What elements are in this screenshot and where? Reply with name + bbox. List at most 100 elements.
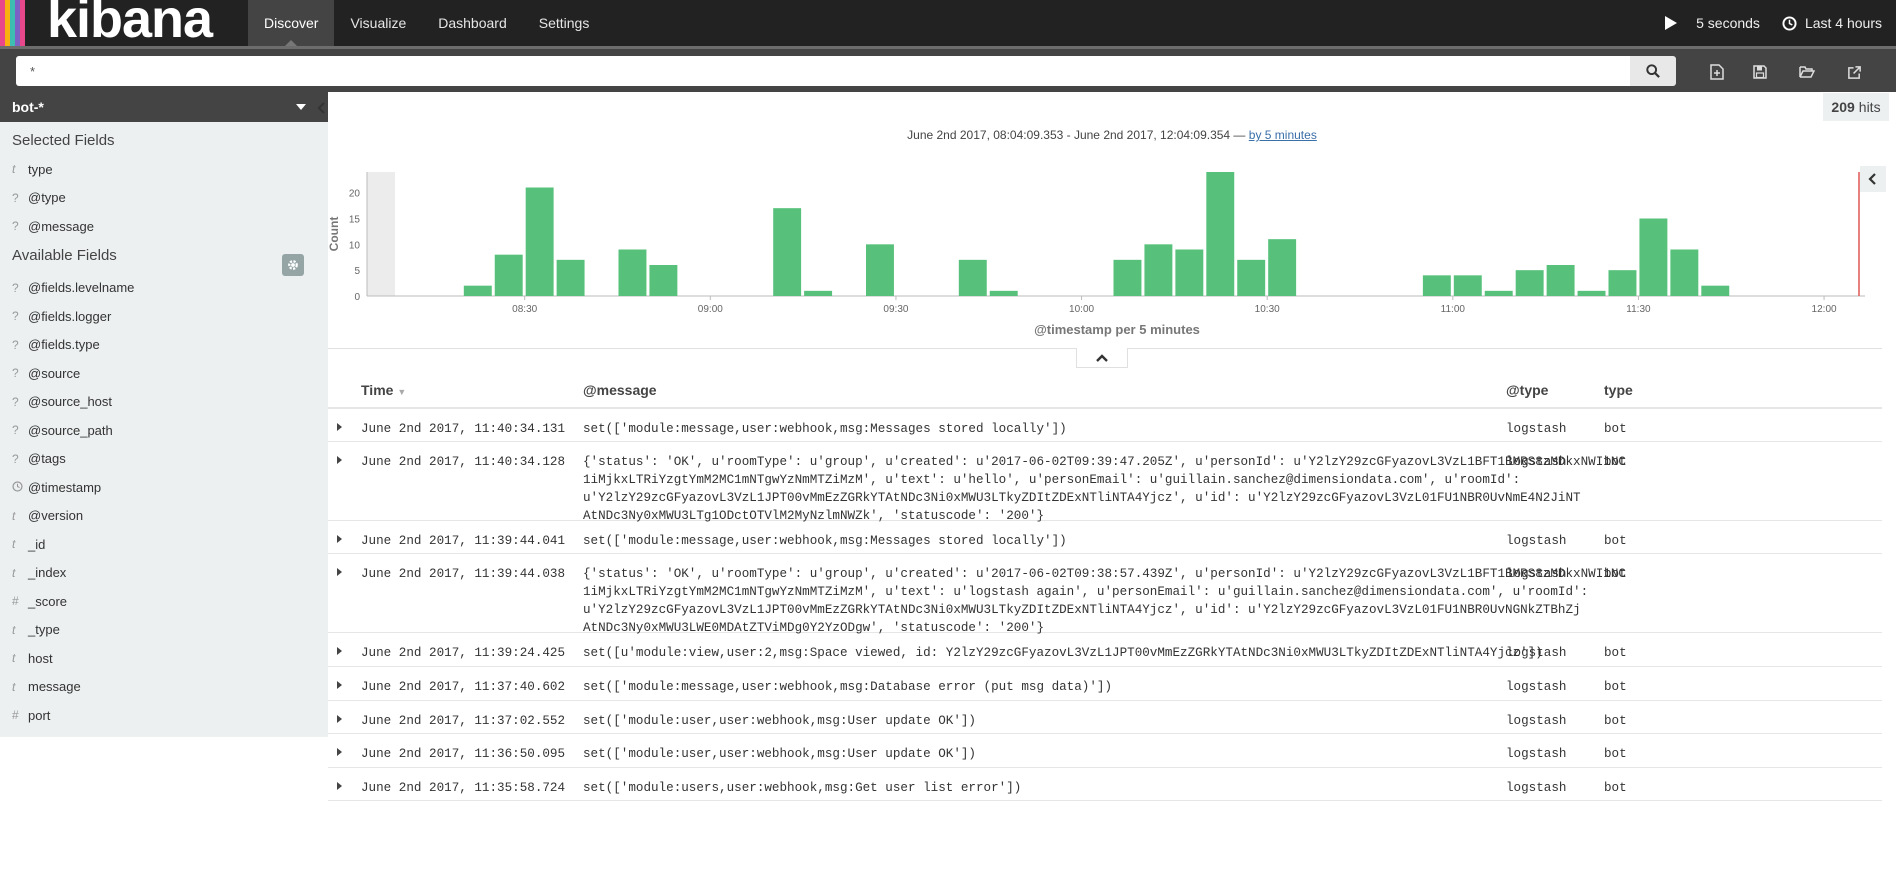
table-row[interactable]: June 2nd 2017, 11:37:02.552 set(['module:… [328,701,1882,734]
unknown-type-icon: ? [12,219,19,234]
collapse-chart-button[interactable] [1076,348,1128,368]
tab-dashboard[interactable]: Dashboard [422,0,523,46]
unknown-type-icon: ? [12,280,19,295]
message-column-header[interactable]: @message [583,382,657,398]
field-item[interactable]: t type [0,155,328,184]
expand-row-icon[interactable] [337,423,342,431]
field-item[interactable]: ? @message [0,212,328,241]
atype-column-header[interactable]: @type [1506,382,1548,398]
logo-text: kibana [47,0,213,46]
table-row[interactable]: June 2nd 2017, 11:40:34.128 {'status': 'O… [328,442,1882,523]
field-item[interactable]: ? @fields.logger [0,302,328,331]
row-type: bot [1604,455,1627,469]
index-pattern-name: bot-* [12,99,44,115]
table-row[interactable]: June 2nd 2017, 11:39:44.038 {'status': 'O… [328,554,1882,635]
row-message: {'status': 'OK', u'roomType': u'group', … [583,455,1626,523]
collapse-sidebar-icon[interactable] [316,100,328,116]
row-time: June 2nd 2017, 11:36:50.095 [361,747,566,761]
field-name: @timestamp [28,479,102,495]
save-search-button[interactable] [1747,59,1773,85]
tab-visualize[interactable]: Visualize [334,0,422,46]
table-row[interactable]: June 2nd 2017, 11:39:44.041 set(['module:… [328,521,1882,554]
kibana-logo[interactable]: kibana [0,0,248,46]
field-item[interactable]: t message [0,673,328,702]
field-item[interactable]: # port [0,701,328,730]
search-input[interactable] [16,56,1630,86]
play-icon [1665,16,1678,30]
field-name: @version [28,508,84,524]
expand-row-icon[interactable] [337,535,342,543]
open-search-button[interactable] [1794,59,1820,85]
expand-row-icon[interactable] [337,782,342,790]
external-link-icon [1847,65,1861,79]
table-row[interactable]: June 2nd 2017, 11:40:34.131 set(['module:… [328,409,1882,442]
x-tick-label: 09:30 [883,304,908,315]
field-name: @fields.logger [28,308,112,324]
sort-down-icon: ▼ [397,386,407,397]
row-atype: logstash [1506,714,1567,728]
string-type-icon: t [12,162,16,177]
tab-settings[interactable]: Settings [523,0,606,46]
share-search-button[interactable] [1841,59,1867,85]
row-type: bot [1604,781,1627,795]
field-item[interactable]: ? @source_path [0,416,328,445]
expand-row-icon[interactable] [337,715,342,723]
x-tick-label: 10:30 [1255,304,1280,315]
type-column-header[interactable]: type [1604,382,1633,398]
field-item[interactable]: t _id [0,530,328,559]
field-item[interactable]: t _index [0,559,328,588]
field-settings-button[interactable] [282,254,304,276]
row-time: June 2nd 2017, 11:40:34.128 [361,455,566,469]
histogram-bar [525,187,554,296]
expand-row-icon[interactable] [337,568,342,576]
field-name: port [28,707,51,723]
table-row[interactable]: June 2nd 2017, 11:35:58.724 set(['module:… [328,768,1882,801]
table-row[interactable]: June 2nd 2017, 11:39:24.425 set([u'module… [328,633,1882,667]
unknown-type-icon: ? [12,451,19,466]
field-item[interactable]: @timestamp [0,473,328,502]
time-header-label: Time [361,381,394,398]
y-tick-label: 10 [349,240,361,251]
field-item[interactable]: t @version [0,502,328,531]
table-row[interactable]: June 2nd 2017, 11:36:50.095 set(['module:… [328,734,1882,768]
field-name: @type [28,190,66,206]
field-item[interactable]: ? @source_host [0,388,328,417]
tab-discover[interactable]: Discover [248,0,335,46]
row-type: bot [1604,567,1627,581]
expand-row-icon[interactable] [337,647,342,655]
field-name: host [28,650,53,666]
histogram-bar [1701,285,1730,296]
index-pattern-selector[interactable]: bot-* [0,92,328,122]
row-type: bot [1604,422,1627,436]
field-item[interactable]: ? @fields.levelname [0,274,328,303]
number-type-icon: # [12,708,19,723]
expand-row-icon[interactable] [337,681,342,689]
string-type-icon: t [12,622,16,637]
number-type-icon: # [12,594,19,609]
field-item[interactable]: ? @type [0,184,328,213]
field-name: type [28,161,53,177]
histogram-bar [1144,244,1173,296]
field-item[interactable]: ? @tags [0,445,328,474]
field-item[interactable]: t host [0,644,328,673]
new-search-button[interactable] [1704,59,1730,85]
search-button[interactable] [1630,56,1676,86]
auto-refresh-button[interactable]: 5 seconds [1664,15,1760,31]
expand-row-icon[interactable] [337,748,342,756]
interval-link[interactable]: by 5 minutes [1249,128,1317,142]
field-item[interactable]: t _type [0,616,328,645]
time-column-header[interactable]: Time ▼ [361,382,406,398]
field-item[interactable]: ? @source [0,359,328,388]
chart-side-toggle[interactable] [1860,166,1886,192]
table-row[interactable]: June 2nd 2017, 11:37:40.602 set(['module:… [328,667,1882,701]
folder-open-icon [1799,66,1815,78]
expand-row-icon[interactable] [337,456,342,464]
field-item[interactable]: ? @fields.type [0,331,328,360]
x-tick-label: 12:00 [1812,304,1837,315]
x-axis-label: @timestamp per 5 minutes [1034,322,1200,337]
row-type: bot [1604,646,1627,660]
time-picker-button[interactable]: Last 4 hours [1782,15,1882,31]
histogram-bar [463,285,492,296]
unknown-type-icon: ? [12,394,19,409]
field-item[interactable]: # _score [0,587,328,616]
